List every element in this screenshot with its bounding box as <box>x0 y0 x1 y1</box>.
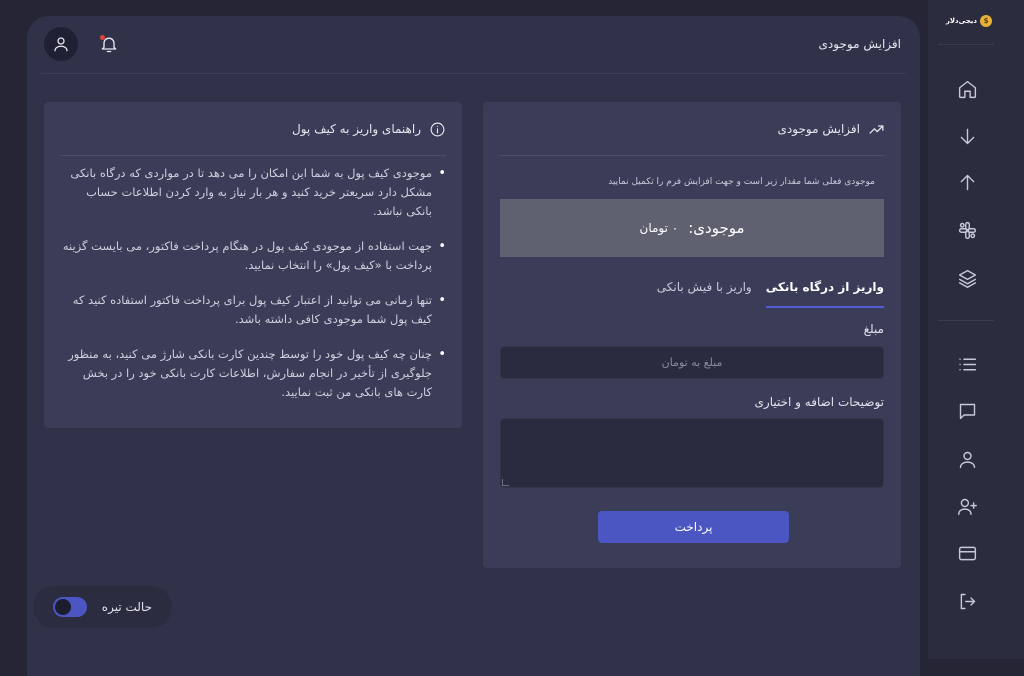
sidebar-item-orders[interactable] <box>954 351 980 377</box>
resize-handle-icon[interactable] <box>502 479 509 486</box>
guide-item: تنها زمانی می توانید از اعتبار کیف پول ب… <box>60 291 446 329</box>
deposit-card: افزایش موجودی موجودی فعلی شما مقدار زیر … <box>483 102 901 568</box>
balance-value: ۰ تومان <box>639 221 679 235</box>
user-icon <box>54 37 68 52</box>
guide-list: موجودی کیف پول به شما این امکان را می ده… <box>60 164 446 418</box>
grid-icon <box>958 221 976 239</box>
user-plus-icon <box>957 498 977 515</box>
dark-mode-toggle[interactable]: حالت تیره <box>33 586 172 628</box>
description-textarea[interactable] <box>500 418 884 488</box>
header-divider <box>41 73 906 74</box>
guide-divider <box>60 155 446 156</box>
sidebar-item-tickets[interactable] <box>954 398 980 424</box>
sidebar-item-services[interactable] <box>954 217 980 243</box>
coin-icon: $ <box>980 15 992 27</box>
amount-input[interactable] <box>500 346 884 379</box>
info-icon <box>430 122 445 136</box>
profile-button[interactable] <box>44 27 78 61</box>
layers-icon <box>958 269 976 288</box>
notification-button[interactable] <box>99 34 119 54</box>
arrow-up-icon <box>960 174 974 190</box>
arrow-down-icon <box>960 128 974 144</box>
guide-title: راهنمای واریز به کیف پول <box>292 122 421 136</box>
message-icon <box>959 403 975 419</box>
sidebar-item-logout[interactable] <box>954 588 980 614</box>
sidebar-divider <box>938 44 994 45</box>
guide-header: راهنمای واریز به کیف پول <box>292 120 446 138</box>
guide-item: چنان چه کیف پول خود را توسط چندین کارت ب… <box>60 345 446 402</box>
sidebar-item-withdraw[interactable] <box>954 169 980 195</box>
home-icon <box>958 80 976 98</box>
dark-mode-switch[interactable] <box>53 597 87 617</box>
balance-display: موجودی: ۰ تومان <box>500 199 884 257</box>
page-title: افزایش موجودی <box>818 37 901 51</box>
brand-logo[interactable]: $ دیجی‌دلار <box>946 12 992 30</box>
guide-item: موجودی کیف پول به شما این امکان را می ده… <box>60 164 446 221</box>
logout-icon <box>960 593 975 609</box>
sidebar-divider <box>938 320 994 321</box>
deposit-tabs: واریز از درگاه بانکی واریز با فیش بانکی <box>657 278 884 308</box>
sidebar-item-deposit[interactable] <box>954 123 980 149</box>
deposit-title: افزایش موجودی <box>777 122 860 136</box>
deposit-divider <box>499 155 885 156</box>
sidebar-item-layers[interactable] <box>954 265 980 291</box>
user-icon <box>959 451 975 468</box>
switch-knob <box>55 599 71 615</box>
sidebar-item-referral[interactable] <box>954 493 980 519</box>
guide-item: جهت استفاده از موجودی کیف پول در هنگام پ… <box>60 237 446 275</box>
notification-badge <box>100 35 105 40</box>
sidebar-item-bank-cards[interactable] <box>954 540 980 566</box>
sidebar-item-profile[interactable] <box>954 446 980 472</box>
balance-label: موجودی: <box>688 219 745 237</box>
tab-bank-receipt[interactable]: واریز با فیش بانکی <box>657 278 752 308</box>
dark-mode-label: حالت تیره <box>101 600 152 614</box>
trending-up-icon <box>869 124 884 134</box>
sidebar: $ دیجی‌دلار <box>928 0 1024 659</box>
guide-card: راهنمای واریز به کیف پول موجودی کیف پول … <box>44 102 462 428</box>
tab-bank-gateway[interactable]: واریز از درگاه بانکی <box>765 278 884 308</box>
brand-name: دیجی‌دلار <box>945 17 977 25</box>
sidebar-item-home[interactable] <box>954 76 980 102</box>
amount-label: مبلغ <box>863 322 884 336</box>
balance-hint: موجودی فعلی شما مقدار زیر است و جهت افزا… <box>608 177 875 187</box>
list-icon <box>958 358 976 370</box>
pay-button[interactable]: پرداخت <box>598 511 789 543</box>
main-panel: افزایش موجودی راهنمای واریز به کیف پول م… <box>27 16 920 676</box>
description-label: توضیحات اضافه و اختیاری <box>754 395 884 409</box>
deposit-header: افزایش موجودی <box>778 120 885 138</box>
credit-card-icon <box>958 546 976 560</box>
